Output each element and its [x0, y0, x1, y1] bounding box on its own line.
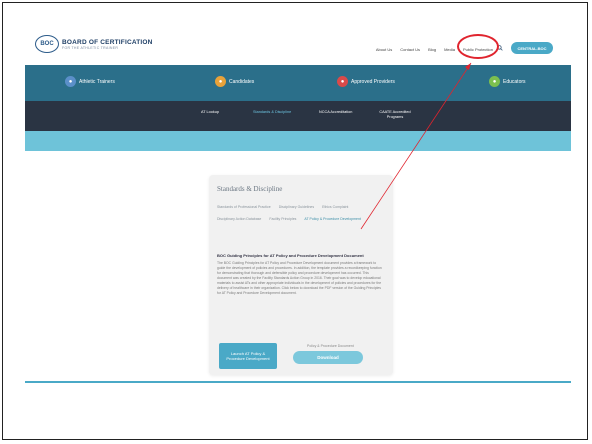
screenshot: BOC BOARD OF CERTIFICATION FOR THE ATHLE… — [25, 23, 571, 393]
slide-frame: BOC BOARD OF CERTIFICATION FOR THE ATHLE… — [2, 2, 588, 440]
annotation-arrow — [360, 62, 472, 230]
